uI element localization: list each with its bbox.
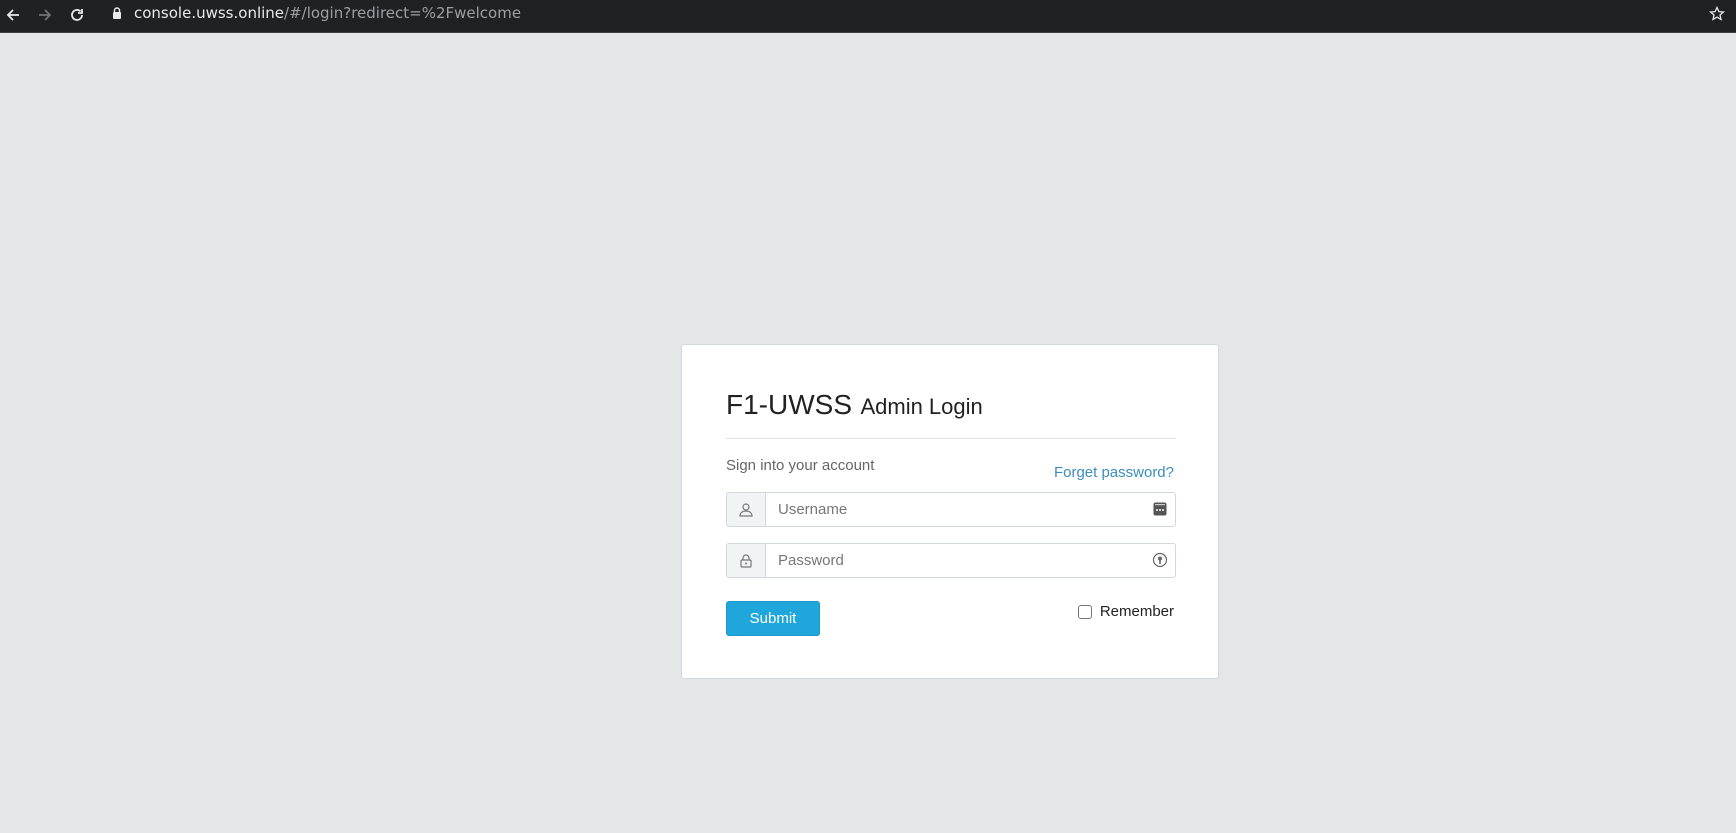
page-title: Admin Login xyxy=(860,394,983,419)
browser-toolbar: console.uwss.online/#/login?redirect=%2F… xyxy=(0,0,1736,33)
user-icon xyxy=(726,492,765,527)
lock-icon xyxy=(726,543,765,578)
forgot-password-link[interactable]: Forget password? xyxy=(1054,464,1174,481)
username-group xyxy=(726,492,1176,527)
password-group xyxy=(726,543,1176,578)
address-bar[interactable]: console.uwss.online/#/login?redirect=%2F… xyxy=(100,0,1736,26)
reload-icon[interactable] xyxy=(65,3,89,27)
brand-title: F1-UWSS xyxy=(726,389,852,420)
password-manager-icon[interactable] xyxy=(1152,552,1168,568)
autofill-key-icon[interactable] xyxy=(1152,501,1168,517)
submit-button[interactable]: Submit xyxy=(726,601,820,636)
lock-icon xyxy=(110,6,124,20)
password-field-wrap xyxy=(765,543,1176,578)
url-text[interactable]: console.uwss.online/#/login?redirect=%2F… xyxy=(134,4,521,22)
back-arrow-icon[interactable] xyxy=(1,3,25,27)
forward-arrow-icon[interactable] xyxy=(33,3,57,27)
login-card: F1-UWSS Admin Login Sign into your accou… xyxy=(681,344,1219,679)
remember-checkbox[interactable] xyxy=(1077,604,1092,619)
url-host: console.uwss.online xyxy=(134,4,285,22)
username-field-wrap xyxy=(765,492,1176,527)
remember-toggle[interactable]: Remember xyxy=(1077,603,1174,620)
remember-label: Remember xyxy=(1099,603,1174,620)
divider xyxy=(726,438,1176,439)
signin-text: Sign into your account xyxy=(726,457,875,474)
username-input[interactable] xyxy=(765,492,1176,527)
password-input[interactable] xyxy=(765,543,1176,578)
url-path: /#/login?redirect=%2Fwelcome xyxy=(284,4,522,22)
login-heading: F1-UWSS Admin Login xyxy=(726,389,1176,421)
bookmark-star-icon[interactable] xyxy=(1706,3,1728,25)
